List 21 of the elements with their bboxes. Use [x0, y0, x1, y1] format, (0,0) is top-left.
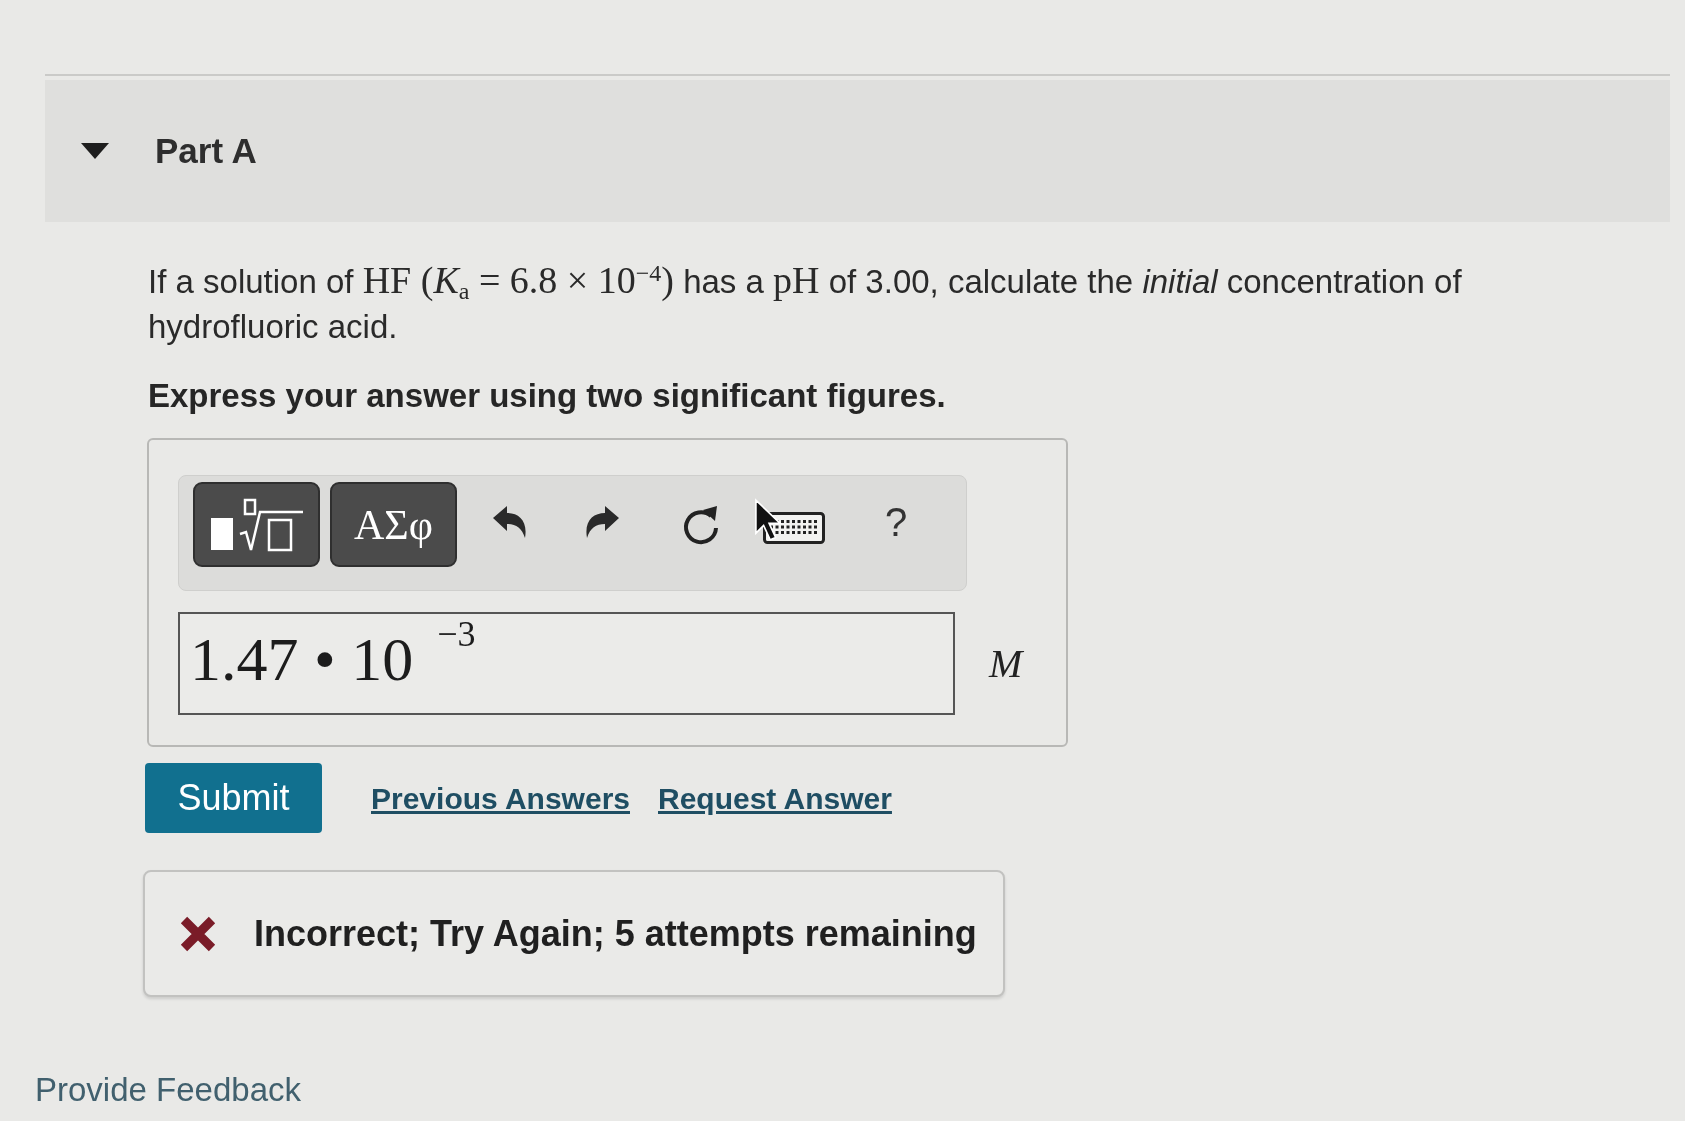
greek-symbols-button[interactable]: ΑΣφ [330, 482, 457, 567]
part-title: Part A [155, 129, 257, 172]
instruction-text: Express your answer using two significant figures. [148, 376, 946, 416]
submit-button[interactable]: Submit [145, 763, 322, 833]
answer-link[interactable]: Request Answer [658, 775, 892, 821]
redo-icon [583, 504, 621, 540]
undo-icon [491, 504, 529, 540]
help-button[interactable]: ? [885, 502, 908, 542]
question-text: If a solution of HF (K$_{a}$ = 6.8 × 10$^{−4}$) has a pH of 3.00, calculate the initial concentration of hydrofluoric acid. [148, 258, 1463, 347]
undo-button[interactable] [491, 504, 529, 540]
redo-button[interactable] [583, 504, 621, 540]
reset-icon [681, 504, 721, 546]
answer-field[interactable]: 1.47 • 10$^{−3}$ [178, 612, 955, 715]
caret-down-icon[interactable] [81, 143, 109, 159]
answer-link[interactable]: Previous Answers [371, 775, 630, 821]
mouse-pointer-icon [753, 498, 783, 542]
feedback-text: Incorrect; Try Again; 5 attempts remaining [254, 911, 977, 956]
unit-label: M [989, 639, 1023, 688]
provide-feedback-link[interactable]: Provide Feedback [35, 1071, 301, 1108]
reset-button[interactable] [681, 504, 721, 546]
templates-button[interactable] [193, 482, 320, 567]
